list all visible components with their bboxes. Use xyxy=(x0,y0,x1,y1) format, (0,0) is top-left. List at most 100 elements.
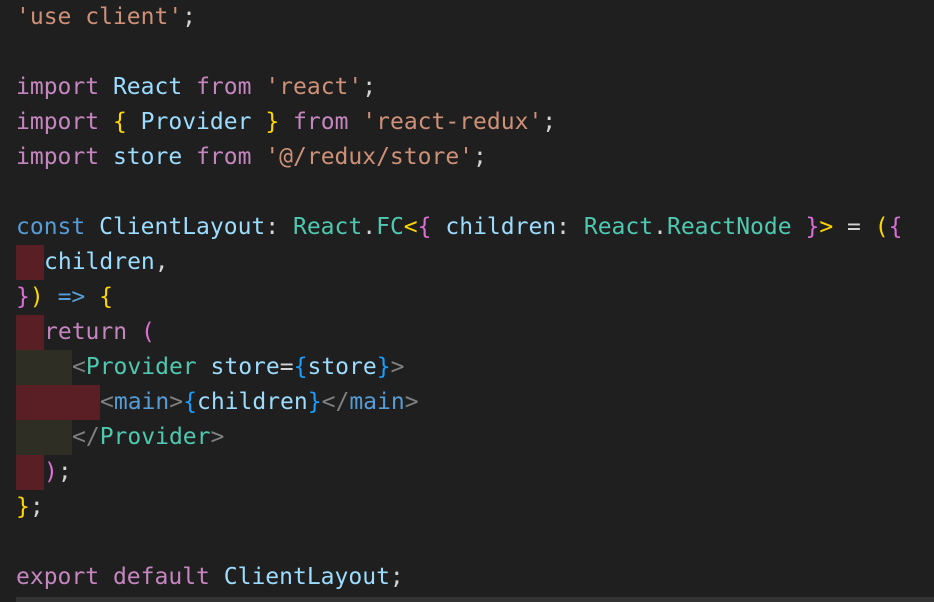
code-token: ) xyxy=(29,284,44,310)
indent-guide xyxy=(44,385,72,420)
code-token: FC xyxy=(376,214,404,240)
code-token: . xyxy=(653,214,667,240)
code-line[interactable]: }; xyxy=(16,490,44,525)
indent-guide xyxy=(44,350,72,385)
code-token: ReactNode xyxy=(666,214,792,240)
code-token: = xyxy=(279,354,294,380)
code-token: , xyxy=(154,249,169,275)
indent-guide xyxy=(72,385,100,420)
code-token: } xyxy=(265,109,280,135)
code-token: < xyxy=(100,389,114,415)
code-token: > xyxy=(210,424,225,450)
code-token: { xyxy=(99,284,113,310)
code-token: return xyxy=(44,319,128,345)
code-token: Provider xyxy=(85,354,197,380)
code-line[interactable]: children, xyxy=(16,245,169,280)
code-token: ; xyxy=(473,144,487,170)
code-token: import xyxy=(16,144,100,170)
code-token: React xyxy=(112,74,183,100)
code-line[interactable]: ); xyxy=(16,455,72,490)
code-token: ; xyxy=(362,74,377,100)
code-token: ( xyxy=(874,214,889,240)
code-line[interactable]: 'use client'; xyxy=(16,0,196,35)
code-line[interactable]: import React from 'react'; xyxy=(16,70,376,105)
code-token: const xyxy=(16,214,86,240)
code-token: from xyxy=(196,74,252,100)
code-token: </ xyxy=(72,424,100,450)
indent-guide xyxy=(16,420,44,455)
horizontal-scrollbar[interactable] xyxy=(16,597,934,602)
code-token: store xyxy=(307,354,377,380)
code-token: } xyxy=(805,214,820,240)
code-token: < xyxy=(403,214,418,240)
code-line[interactable]: import store from '@/redux/store'; xyxy=(16,140,487,175)
code-token: Provider xyxy=(140,109,252,135)
code-token: import xyxy=(16,109,100,135)
code-token: children xyxy=(445,214,557,240)
code-token: ; xyxy=(29,494,44,520)
code-token: store xyxy=(210,354,280,380)
code-token: } xyxy=(16,494,30,520)
code-editor[interactable]: 'use client'; import React from 'react'; i… xyxy=(0,0,934,602)
code-token: => xyxy=(57,284,86,310)
indent-guide xyxy=(16,315,44,350)
code-token: > xyxy=(819,214,834,240)
code-line[interactable]: return ( xyxy=(16,315,155,350)
indent-guide xyxy=(16,350,44,385)
code-token: store xyxy=(112,144,183,170)
code-line[interactable]: import { Provider } from 'react-redux'; xyxy=(16,105,556,140)
code-token: from xyxy=(196,144,252,170)
indent-guide xyxy=(16,245,44,280)
code-token: > xyxy=(169,389,184,415)
code-token: React xyxy=(583,214,654,240)
code-line[interactable]: </Provider > xyxy=(16,420,224,455)
code-token: ; xyxy=(389,564,404,590)
code-token: import xyxy=(16,74,100,100)
code-token: . xyxy=(362,214,377,240)
code-line[interactable]: const ClientLayout: React. FC <{ children:… xyxy=(16,210,902,245)
code-token: from xyxy=(293,109,349,135)
code-token: main xyxy=(113,389,170,415)
code-token: default xyxy=(112,564,210,590)
indent-guide xyxy=(16,385,44,420)
code-token: export xyxy=(16,564,100,590)
code-token: 'react-redux' xyxy=(362,109,543,135)
code-line[interactable]: export default ClientLayout; xyxy=(16,560,404,595)
code-token: 'react' xyxy=(265,74,363,100)
code-line[interactable]: < main >{children} </main > xyxy=(16,385,419,420)
code-token: '@/redux/store' xyxy=(265,144,474,170)
code-token: { xyxy=(112,109,127,135)
code-token: ClientLayout xyxy=(99,214,266,240)
code-token: 'use client' xyxy=(16,4,183,30)
code-token: { xyxy=(183,389,197,415)
code-token: React xyxy=(292,214,363,240)
code-token: ClientLayout xyxy=(223,564,390,590)
code-token: ( xyxy=(140,319,155,345)
code-token: : xyxy=(556,214,584,240)
code-token: </ xyxy=(321,389,350,415)
code-token: } xyxy=(16,284,30,310)
code-line[interactable]: }) => { xyxy=(16,280,113,315)
code-token: } xyxy=(307,389,322,415)
code-line[interactable]: < Provider store ={store} > xyxy=(16,350,404,385)
code-token: ; xyxy=(542,109,557,135)
code-token: main xyxy=(349,389,405,415)
code-token: > xyxy=(390,354,405,380)
code-token: { xyxy=(417,214,432,240)
